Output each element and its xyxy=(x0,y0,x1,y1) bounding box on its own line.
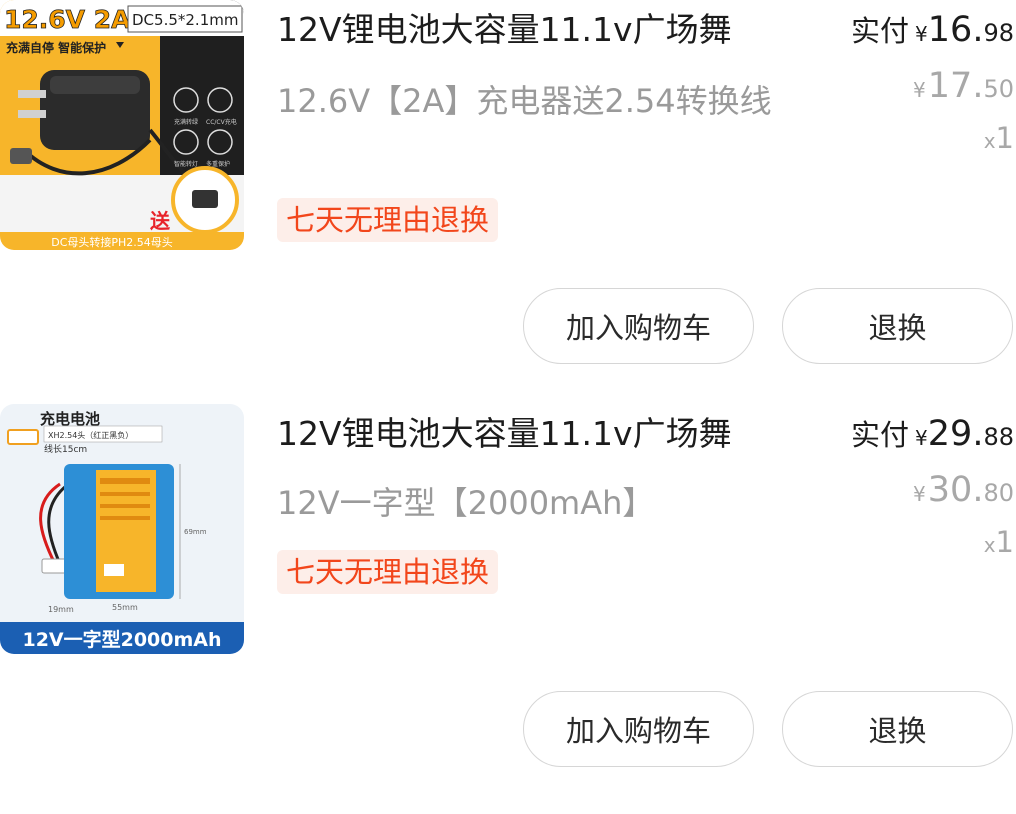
original-price: ¥30.80 xyxy=(913,468,1014,518)
product-image[interactable]: 12.6V 2A DC5.5*2.1mm 充满自停 智能保护 充满转绿 CC/C… xyxy=(0,0,244,250)
charger-product-image: 12.6V 2A DC5.5*2.1mm 充满自停 智能保护 充满转绿 CC/C… xyxy=(0,0,244,250)
thumb-footer: 12V一字型2000mAh xyxy=(22,628,221,651)
original-price-decimal: 80 xyxy=(983,479,1014,507)
currency-symbol: ¥ xyxy=(915,426,928,450)
paid-label: 实付 xyxy=(851,14,910,48)
thumb-heading: 12.6V 2A xyxy=(4,5,131,34)
original-price-decimal: 50 xyxy=(983,75,1014,103)
paid-label: 实付 xyxy=(851,418,910,452)
currency-symbol: ¥ xyxy=(913,78,926,102)
product-title[interactable]: 12V锂电池大容量11.1v广场舞 xyxy=(277,412,732,456)
quantity: x1 xyxy=(984,522,1014,567)
paid-price: 实付 ¥29.88 xyxy=(851,412,1014,462)
quantity-value: 1 xyxy=(995,121,1014,155)
thumb-dim-height: 69mm xyxy=(184,528,207,536)
svg-text:充满转绿: 充满转绿 xyxy=(174,118,198,126)
currency-symbol: ¥ xyxy=(915,22,928,46)
product-title[interactable]: 12V锂电池大容量11.1v广场舞 xyxy=(277,8,732,52)
paid-price-decimal: 88 xyxy=(983,423,1014,451)
thumb-dim-depth: 19mm xyxy=(48,605,74,614)
thumb-footer: DC母头转接PH2.54母头 xyxy=(51,235,173,249)
add-to-cart-button[interactable]: 加入购物车 xyxy=(523,691,754,767)
svg-text:智能转灯: 智能转灯 xyxy=(174,160,198,168)
original-price: ¥17.50 xyxy=(913,64,1014,114)
return-exchange-button[interactable]: 退换 xyxy=(782,691,1013,767)
svg-text:CC/CV充电: CC/CV充电 xyxy=(206,118,237,126)
product-spec: 12.6V【2A】充电器送2.54转换线 xyxy=(277,82,772,120)
thumb-heading: 充电电池 xyxy=(40,410,100,428)
return-policy-badge: 七天无理由退换 xyxy=(277,550,499,594)
quantity-prefix: x xyxy=(983,533,996,557)
quantity-prefix: x xyxy=(983,129,996,153)
paid-price: 实付 ¥16.98 xyxy=(851,8,1014,58)
thumb-tagline: 充满自停 智能保护 xyxy=(6,40,106,55)
paid-price-decimal: 98 xyxy=(983,19,1014,47)
return-exchange-button[interactable]: 退换 xyxy=(782,288,1013,364)
thumb-connector: XH2.54头（红正黑负） xyxy=(48,430,133,440)
original-price-integer: 30. xyxy=(927,470,984,510)
quantity-value: 1 xyxy=(995,525,1014,559)
battery-product-image: 充电电池 XH2.54头（红正黑负） 线长15cm 69mm 55mm 19mm… xyxy=(0,404,244,654)
product-spec: 12V一字型【2000mAh】 xyxy=(277,484,655,522)
quantity: x1 xyxy=(984,118,1014,163)
original-price-integer: 17. xyxy=(927,66,984,106)
thumb-wire: 线长15cm xyxy=(44,443,87,455)
thumb-sub: DC5.5*2.1mm xyxy=(132,11,238,29)
product-image[interactable]: 充电电池 XH2.54头（红正黑负） 线长15cm 69mm 55mm 19mm… xyxy=(0,404,244,654)
paid-price-integer: 16. xyxy=(927,10,984,50)
battery-illustration xyxy=(64,464,174,599)
return-policy-badge: 七天无理由退换 xyxy=(277,198,499,242)
paid-price-integer: 29. xyxy=(927,414,984,454)
add-to-cart-button[interactable]: 加入购物车 xyxy=(523,288,754,364)
currency-symbol: ¥ xyxy=(913,482,926,506)
gift-label: 送 xyxy=(150,209,171,233)
thumb-dim-width: 55mm xyxy=(112,603,138,612)
